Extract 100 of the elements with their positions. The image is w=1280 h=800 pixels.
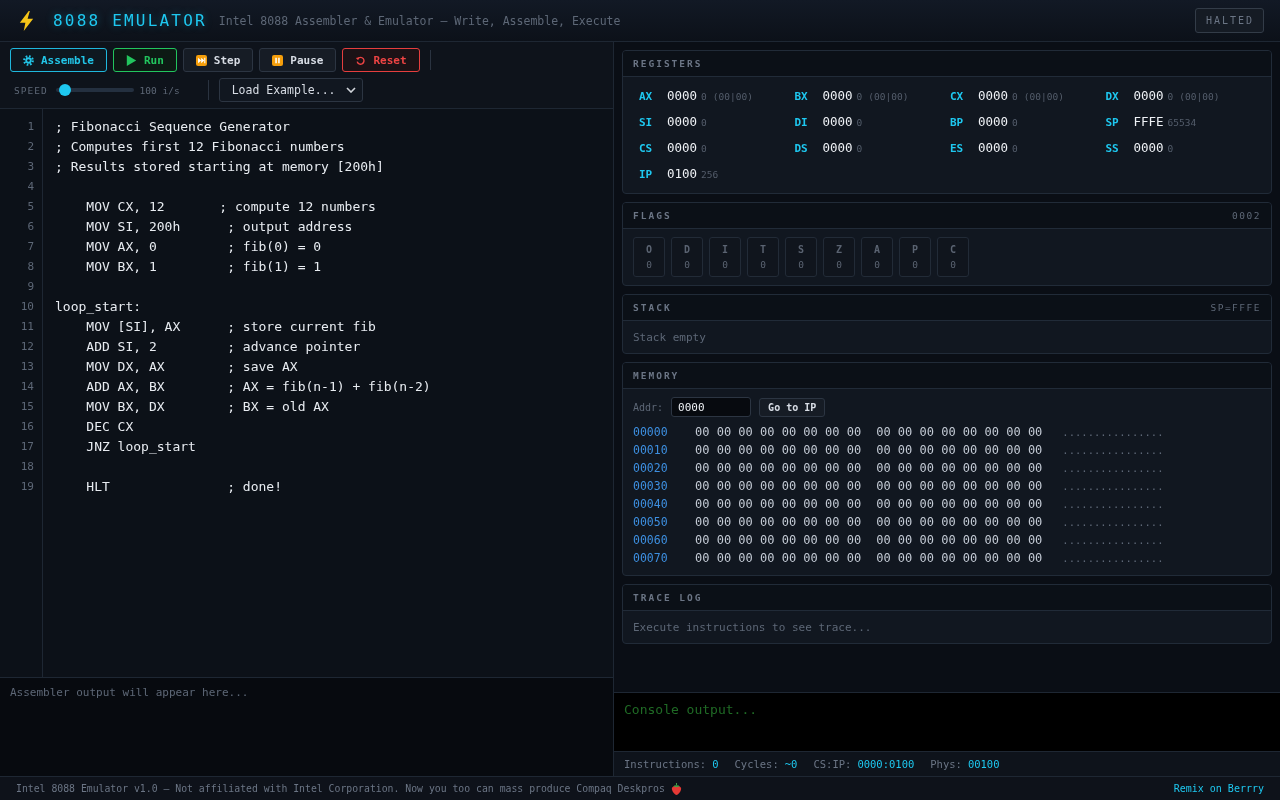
line-number: 10 <box>19 299 35 315</box>
register-decimal: 0 <box>1167 90 1174 104</box>
run-button[interactable]: Run <box>113 48 177 72</box>
step-button[interactable]: Step <box>182 48 254 72</box>
step-forward-icon <box>195 54 207 66</box>
strawberry-icon <box>670 782 682 795</box>
register-decimal: 0 <box>701 90 707 104</box>
register-name: ES <box>950 141 965 157</box>
flag-name: C <box>950 244 956 255</box>
register-name: DI <box>794 115 809 131</box>
panel-title: STACK <box>633 302 672 313</box>
flag-value: 0 <box>722 259 728 270</box>
app-subtitle: Intel 8088 Assembler & Emulator — Write, Assemble, Execute <box>218 13 621 28</box>
slider-thumb[interactable] <box>58 84 71 96</box>
memory-bytes: 00 00 00 00 00 00 00 00 <box>876 550 1043 567</box>
reset-button[interactable]: Reset <box>342 48 420 72</box>
register-value: 0100 <box>667 165 698 183</box>
memory-address: 00010 <box>633 442 669 459</box>
memory-address: 00050 <box>633 514 669 531</box>
register-name: BX <box>794 89 809 105</box>
flag-value: 0 <box>874 259 880 270</box>
register-decimal: 65534 <box>1167 116 1197 130</box>
memory-address: 00060 <box>633 532 669 549</box>
register-value: 0000 <box>667 113 698 131</box>
line-number: 12 <box>19 339 35 355</box>
code-line: MOV BX, DX ; BX = old AX <box>85 398 330 416</box>
register-bytes: (00|00) <box>1179 90 1220 104</box>
memory-bytes: 00 00 00 00 00 00 00 00 <box>695 496 862 513</box>
register-value: 0000 <box>822 139 853 157</box>
register-decimal: 0 <box>856 90 863 104</box>
code-line: loop_start: <box>55 298 143 316</box>
register-value: 0000 <box>822 87 853 105</box>
gear-icon <box>23 54 34 66</box>
memory-address: 00030 <box>633 478 669 495</box>
line-number: 8 <box>26 259 35 275</box>
memory-bytes: 00 00 00 00 00 00 00 00 <box>695 514 862 531</box>
status-badge: HALTED <box>1194 8 1264 33</box>
address-input[interactable]: 0000 <box>671 397 752 417</box>
line-number: 3 <box>26 159 35 175</box>
memory-ascii: ................ <box>1062 425 1164 440</box>
memory-ascii: ................ <box>1062 497 1164 512</box>
stat-label: Phys: <box>930 758 962 770</box>
code-line: MOV [SI], AX ; store current fib <box>85 318 377 336</box>
register-value: FFFE <box>1133 113 1164 131</box>
go-to-ip-button[interactable]: Go to IP <box>759 397 826 417</box>
stat-value: 00100 <box>967 758 1000 770</box>
register-value: 0000 <box>822 113 853 131</box>
memory-address: 00020 <box>633 460 669 477</box>
stat-label: CS:IP: <box>813 758 852 770</box>
code-line: ; Results stored starting at memory [200h] <box>55 158 385 176</box>
lightning-icon <box>18 10 35 31</box>
example-select[interactable]: Load Example... <box>218 78 363 102</box>
flag-name: I <box>722 244 728 255</box>
register-decimal: 0 <box>701 142 707 156</box>
memory-bytes: 00 00 00 00 00 00 00 00 <box>876 442 1043 459</box>
memory-bytes: 00 00 00 00 00 00 00 00 <box>695 550 862 567</box>
register-name: CS <box>639 141 654 157</box>
flag-value: 0 <box>912 259 918 270</box>
panel-title: REGISTERS <box>633 58 703 69</box>
pause-button[interactable]: Pause <box>259 48 337 72</box>
memory-bytes: 00 00 00 00 00 00 00 00 <box>695 478 862 495</box>
register-decimal: 0 <box>856 116 863 130</box>
register-bytes: (00|00) <box>1023 90 1064 104</box>
memory-ascii: ................ <box>1062 443 1164 458</box>
code-line: HLT ; done! <box>85 478 283 496</box>
code-line: ; Computes first 12 Fibonacci numbers <box>55 138 346 156</box>
code-line: ADD SI, 2 ; advance pointer <box>85 338 362 356</box>
flag-value: 0 <box>798 259 804 270</box>
remix-link[interactable]: Remix on Berrry <box>1173 783 1264 794</box>
register-name: DS <box>794 141 809 157</box>
code-line: MOV AX, 0 ; fib(0) = 0 <box>85 238 323 256</box>
assemble-button[interactable]: Assemble <box>10 48 107 72</box>
register-value: 0000 <box>978 139 1009 157</box>
code-line: MOV BX, 1 ; fib(1) = 1 <box>85 258 323 276</box>
memory-ascii: ................ <box>1062 515 1164 530</box>
register-name: SP <box>1105 115 1120 131</box>
register-decimal: 0 <box>1012 116 1018 130</box>
register-value: 0000 <box>667 87 698 105</box>
register-value: 0000 <box>667 139 698 157</box>
flag-value: 0 <box>684 259 690 270</box>
line-number: 14 <box>19 379 35 395</box>
register-name: SI <box>639 115 654 131</box>
flags-value: 0002 <box>1232 210 1261 221</box>
register-name: IP <box>639 167 654 183</box>
memory-bytes: 00 00 00 00 00 00 00 00 <box>876 478 1043 495</box>
code-line: JNZ loop_start <box>85 438 197 456</box>
memory-ascii: ................ <box>1062 551 1164 566</box>
flag-name: A <box>874 244 880 255</box>
register-name: SS <box>1105 141 1120 157</box>
speed-label: SPEED <box>14 84 48 96</box>
memory-ascii: ................ <box>1062 533 1164 548</box>
flag-name: D <box>684 244 690 255</box>
register-bytes: (00|00) <box>712 90 753 104</box>
stat-value: 0 <box>712 758 719 770</box>
stat-label: Instructions: <box>624 758 707 770</box>
line-number: 2 <box>26 139 35 155</box>
stat-label: Cycles: <box>734 758 779 770</box>
register-bytes: (00|00) <box>868 90 909 104</box>
code-line: MOV DX, AX ; save AX <box>85 358 299 376</box>
trace-log-message: Execute instructions to see trace... <box>633 620 872 634</box>
